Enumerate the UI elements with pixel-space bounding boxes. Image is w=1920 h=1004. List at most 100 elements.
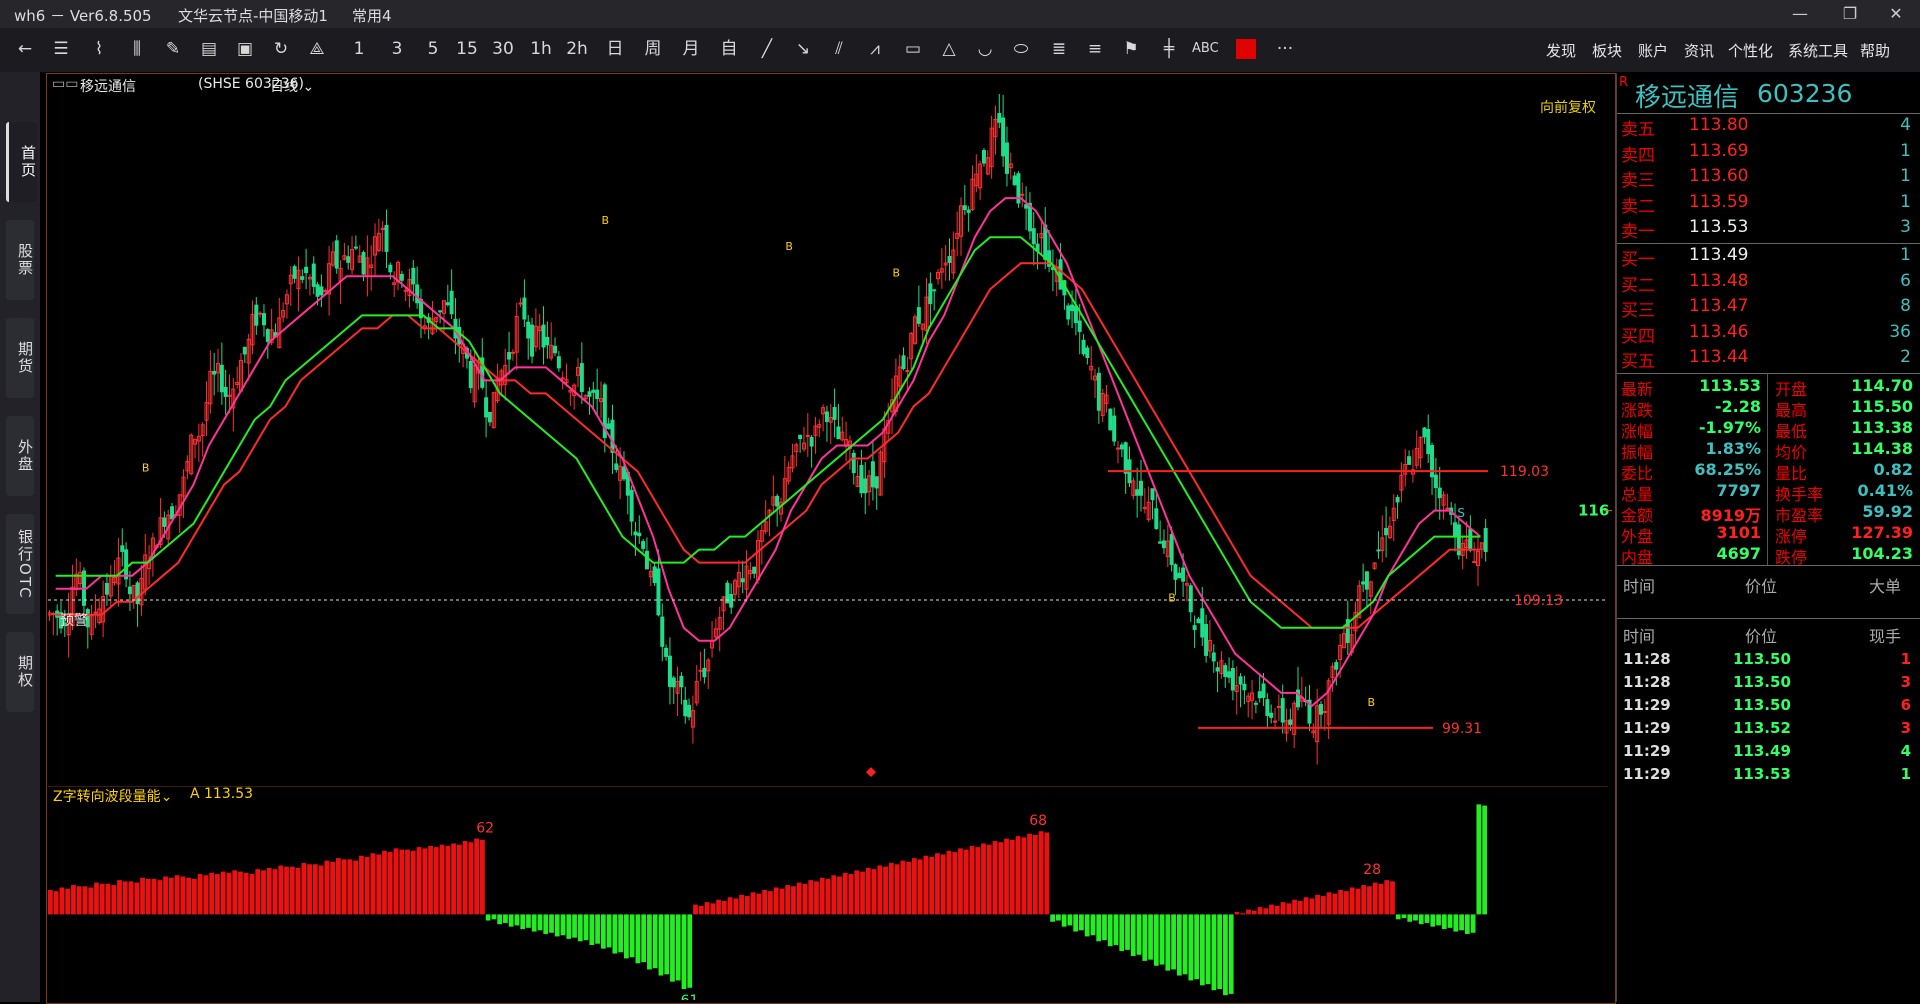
indicator-bar bbox=[796, 882, 802, 915]
candle bbox=[847, 435, 852, 470]
indicator-chart[interactable]: 62 68 28 -61 -66 bbox=[48, 786, 1612, 1000]
sidebar-tab-futures[interactable]: 期货 bbox=[6, 318, 34, 398]
draw-gann-icon[interactable]: ≡ bbox=[1082, 36, 1108, 62]
indicator-bar bbox=[192, 878, 197, 915]
indicator-bar bbox=[76, 886, 82, 915]
draw-cross-icon[interactable]: ╪ bbox=[1156, 36, 1182, 62]
restore-icon[interactable]: ❐ bbox=[1840, 4, 1860, 24]
ask-price[interactable]: 113.80 bbox=[1689, 115, 1748, 135]
candle-icon[interactable]: ⫼ bbox=[124, 36, 150, 62]
candle bbox=[1093, 368, 1098, 398]
draw-fib-icon[interactable]: ≣ bbox=[1046, 36, 1072, 62]
period-1[interactable]: 1 bbox=[346, 36, 372, 62]
candle bbox=[223, 369, 228, 415]
divider bbox=[1617, 565, 1920, 566]
candle bbox=[801, 426, 806, 452]
draw-ellipse-icon[interactable]: ⬭ bbox=[1008, 36, 1034, 62]
bid-price[interactable]: 113.47 bbox=[1689, 296, 1748, 316]
ask-price[interactable]: 113.69 bbox=[1689, 141, 1748, 161]
chart-period-select[interactable]: 日线 ⌄ bbox=[270, 76, 314, 96]
order-icon[interactable]: ✎ bbox=[160, 36, 186, 62]
period-custom[interactable]: 自 bbox=[716, 36, 742, 62]
menu-account[interactable]: 账户 bbox=[1638, 40, 1668, 61]
minimize-icon[interactable]: — bbox=[1790, 4, 1810, 24]
save-icon[interactable]: ▣ bbox=[232, 36, 258, 62]
period-3[interactable]: 3 bbox=[384, 36, 410, 62]
candle bbox=[541, 306, 546, 365]
refresh-icon[interactable]: ↻ bbox=[268, 36, 294, 62]
draw-rect-icon[interactable]: ▭ bbox=[900, 36, 926, 62]
ask-price[interactable]: 113.53 bbox=[1689, 217, 1748, 237]
ask-price[interactable]: 113.60 bbox=[1689, 166, 1748, 186]
menu-discover[interactable]: 发现 bbox=[1546, 40, 1576, 61]
indicator-bar bbox=[249, 874, 255, 915]
candle bbox=[403, 287, 408, 302]
sidebar-tab-home[interactable]: 首页 bbox=[6, 122, 37, 202]
candle bbox=[373, 223, 378, 277]
sidebar-tab-foreign[interactable]: 外盘 bbox=[6, 416, 34, 496]
draw-parallel-icon[interactable]: ⫽ bbox=[826, 36, 852, 62]
sidebar-tab-stocks[interactable]: 股票 bbox=[6, 220, 34, 300]
price-chart[interactable]: 119.03109.1399.31116BBBBBBS bbox=[48, 94, 1612, 784]
peak-label: 68 bbox=[1029, 813, 1047, 829]
window-menu-icon[interactable]: ▭▭ bbox=[52, 76, 78, 92]
draw-flag-icon[interactable]: ⚑ bbox=[1118, 36, 1144, 62]
draw-triangle-icon[interactable]: △ bbox=[936, 36, 962, 62]
indicator-bar bbox=[791, 886, 796, 915]
draw-wave-icon[interactable]: ⩘ bbox=[862, 36, 888, 62]
period-1h[interactable]: 1h bbox=[528, 36, 554, 62]
indicator-bar bbox=[163, 876, 168, 915]
draw-ray-icon[interactable]: ↘ bbox=[790, 36, 816, 62]
period-day[interactable]: 日 bbox=[602, 36, 628, 62]
bid-price[interactable]: 113.46 bbox=[1689, 322, 1748, 342]
sidebar-tab-bank-otc[interactable]: 银行OTC bbox=[6, 514, 34, 614]
period-2h[interactable]: 2h bbox=[564, 36, 590, 62]
indicator-bar bbox=[405, 849, 410, 915]
line-chart-icon[interactable]: ⌇ bbox=[86, 36, 112, 62]
server-node[interactable]: 文华云节点-中国移动1 bbox=[178, 5, 328, 26]
draw-text-icon[interactable]: ABC bbox=[1192, 36, 1219, 62]
sidebar-tab-options[interactable]: 期权 bbox=[6, 632, 34, 712]
bid-price[interactable]: 113.48 bbox=[1689, 271, 1748, 291]
candle bbox=[939, 248, 944, 289]
indicator-bar bbox=[693, 904, 698, 915]
period-month[interactable]: 月 bbox=[678, 36, 704, 62]
list-icon[interactable]: ☰ bbox=[48, 36, 74, 62]
menu-tools[interactable]: 系统工具 bbox=[1788, 40, 1848, 61]
bid-price[interactable]: 113.44 bbox=[1689, 347, 1748, 367]
indicator-name[interactable]: Z字转向波段量能⌄ bbox=[53, 786, 172, 806]
bid-price[interactable]: 113.49 bbox=[1689, 245, 1748, 265]
draw-line-icon[interactable]: ╱ bbox=[754, 36, 780, 62]
period-15[interactable]: 15 bbox=[454, 36, 480, 62]
period-30[interactable]: 30 bbox=[490, 36, 516, 62]
layout-name[interactable]: 常用4 bbox=[352, 5, 392, 26]
candle bbox=[380, 221, 385, 252]
menu-personalize[interactable]: 个性化 bbox=[1728, 40, 1773, 61]
indicator-bar bbox=[1148, 914, 1153, 960]
menu-sector[interactable]: 板块 bbox=[1592, 40, 1622, 61]
candle bbox=[487, 411, 492, 427]
indicator-icon[interactable]: ⟁ bbox=[304, 36, 330, 62]
candle bbox=[304, 248, 309, 290]
period-week[interactable]: 周 bbox=[640, 36, 666, 62]
menu-news[interactable]: 资讯 bbox=[1684, 40, 1714, 61]
indicator-bar bbox=[1194, 914, 1199, 980]
color-picker-icon[interactable] bbox=[1236, 39, 1256, 59]
ask-price[interactable]: 113.59 bbox=[1689, 192, 1748, 212]
report-icon[interactable]: ▤ bbox=[196, 36, 222, 62]
candle bbox=[1238, 673, 1243, 708]
menu-help[interactable]: 帮助 bbox=[1860, 40, 1890, 61]
close-icon[interactable]: ✕ bbox=[1886, 4, 1906, 24]
candle bbox=[648, 563, 653, 587]
tick-volume: 3 bbox=[1900, 673, 1911, 691]
indicator-bar bbox=[1119, 914, 1125, 952]
ask-volume: 4 bbox=[1900, 115, 1911, 135]
indicator-bar bbox=[768, 891, 773, 915]
candle bbox=[721, 596, 726, 631]
more-icon[interactable]: ··· bbox=[1272, 36, 1298, 62]
indicator-bar bbox=[854, 870, 860, 915]
period-5[interactable]: 5 bbox=[420, 36, 446, 62]
big-order-col-header: 大单 bbox=[1869, 577, 1902, 596]
draw-arc-icon[interactable]: ◡ bbox=[972, 36, 998, 62]
back-icon[interactable]: ← bbox=[12, 36, 38, 62]
